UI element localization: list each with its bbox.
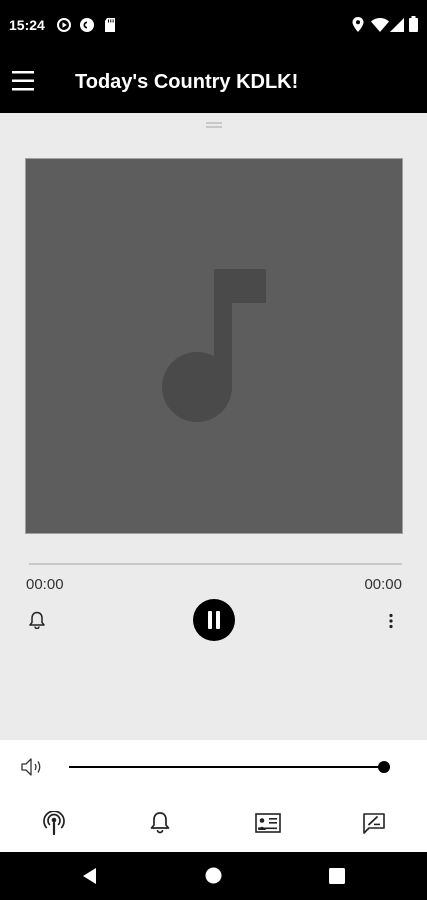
recents-icon[interactable] <box>329 868 345 884</box>
sd-card-icon <box>105 18 115 32</box>
battery-icon <box>409 16 418 32</box>
volume-slider[interactable] <box>69 766 390 768</box>
more-options-icon[interactable] <box>388 613 394 629</box>
wifi-icon <box>371 18 389 32</box>
hamburger-menu-icon[interactable] <box>12 70 34 92</box>
music-note-icon <box>162 269 266 422</box>
pause-button[interactable] <box>193 599 235 641</box>
home-icon[interactable] <box>205 867 222 884</box>
back-icon[interactable] <box>81 867 97 885</box>
status-bar: 15:24 <box>0 0 427 52</box>
location-icon <box>352 17 364 32</box>
drag-handle[interactable] <box>206 122 222 128</box>
play-circle-icon <box>57 18 71 32</box>
player-panel: 00:00 00:00 <box>0 113 427 740</box>
volume-icon <box>21 758 41 776</box>
system-navigation-bar <box>0 852 427 900</box>
elapsed-time: 00:00 <box>26 576 64 593</box>
album-artwork <box>26 159 402 533</box>
alarm-bell-icon[interactable] <box>29 611 45 629</box>
total-duration: 00:00 <box>364 576 402 593</box>
volume-slider-thumb[interactable] <box>377 761 390 773</box>
pocket-casts-icon <box>80 18 94 32</box>
podcast-icon[interactable] <box>42 811 66 835</box>
message-icon[interactable] <box>362 812 386 834</box>
status-time: 15:24 <box>9 17 45 33</box>
app-bar: Today's Country KDLK! <box>0 52 427 113</box>
signal-icon <box>390 18 404 32</box>
news-icon[interactable] <box>255 813 281 833</box>
bottom-panel <box>0 740 427 852</box>
app-title: Today's Country KDLK! <box>75 71 299 93</box>
alarm-bell-icon[interactable] <box>150 811 170 834</box>
progress-bar[interactable] <box>29 563 402 565</box>
